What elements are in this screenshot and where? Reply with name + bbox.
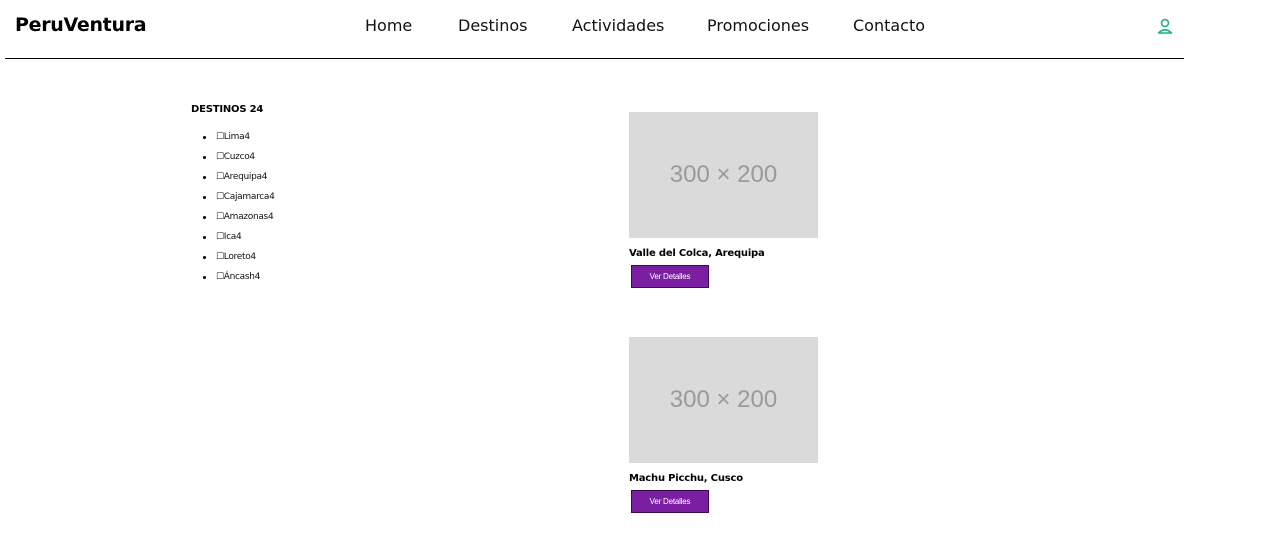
filter-item-lima[interactable]: ☐Lima4 bbox=[191, 131, 263, 151]
nav-link-actividades[interactable]: Actividades bbox=[572, 16, 664, 35]
filter-item-amazonas[interactable]: ☐Amazonas4 bbox=[191, 211, 274, 231]
filter-item-cuzco[interactable]: ☐Cuzco4 bbox=[191, 151, 263, 171]
nav-link-home[interactable]: Home bbox=[365, 16, 412, 35]
filter-item-arequipa[interactable]: ☐Arequipa4 bbox=[191, 171, 267, 191]
filter-item-ancash[interactable]: ☐Áncash4 bbox=[191, 271, 263, 291]
ver-detalles-button[interactable]: Ver Detalles bbox=[631, 265, 709, 288]
bullet bbox=[203, 256, 206, 259]
filter-item-loreto[interactable]: ☐Loreto4 bbox=[191, 251, 263, 271]
user-icon[interactable] bbox=[1155, 16, 1175, 36]
brand-logo[interactable]: PeruVentura bbox=[15, 14, 147, 36]
nav-link-destinos[interactable]: Destinos bbox=[458, 16, 527, 35]
filter-item-ica[interactable]: ☐Ica4 bbox=[191, 231, 263, 251]
navbar: PeruVentura Home Destinos Actividades Pr… bbox=[5, 0, 1184, 59]
bullet bbox=[203, 276, 206, 279]
card-image-placeholder: 300 × 200 bbox=[629, 112, 818, 238]
bullet bbox=[203, 156, 206, 159]
filter-checkbox[interactable]: ☐Cuzco4 bbox=[216, 151, 255, 163]
filter-list: ☐Lima4 ☐Cuzco4 ☐Arequipa4 ☐Cajamarca4 ☐A… bbox=[191, 131, 275, 291]
filter-checkbox[interactable]: ☐Cajamarca4 bbox=[216, 191, 275, 203]
filter-item-cajamarca[interactable]: ☐Cajamarca4 bbox=[191, 191, 275, 211]
nav-link-contacto[interactable]: Contacto bbox=[853, 16, 925, 35]
ver-detalles-button[interactable]: Ver Detalles bbox=[631, 490, 709, 513]
filter-checkbox[interactable]: ☐Lima4 bbox=[216, 131, 250, 143]
sidebar-title: DESTINOS 24 bbox=[191, 104, 264, 115]
filter-checkbox[interactable]: ☐Loreto4 bbox=[216, 251, 256, 263]
destination-card: 300 × 200 Valle del Colca, Arequipa Ver … bbox=[629, 112, 818, 288]
bullet bbox=[203, 216, 206, 219]
destination-card: 300 × 200 Machu Picchu, Cusco Ver Detall… bbox=[629, 337, 818, 513]
sidebar-filters: DESTINOS 24 ☐Lima4 ☐Cuzco4 ☐Arequipa4 ☐C… bbox=[191, 104, 275, 291]
bullet bbox=[203, 176, 206, 179]
card-title: Valle del Colca, Arequipa bbox=[629, 248, 765, 259]
bullet bbox=[203, 236, 206, 239]
nav-link-promociones[interactable]: Promociones bbox=[707, 16, 809, 35]
card-title: Machu Picchu, Cusco bbox=[629, 473, 743, 484]
bullet bbox=[203, 196, 206, 199]
filter-checkbox[interactable]: ☐Ica4 bbox=[216, 231, 242, 243]
filter-checkbox[interactable]: ☐Amazonas4 bbox=[216, 211, 274, 223]
filter-checkbox[interactable]: ☐Áncash4 bbox=[216, 271, 260, 283]
filter-checkbox[interactable]: ☐Arequipa4 bbox=[216, 171, 267, 183]
card-image-placeholder: 300 × 200 bbox=[629, 337, 818, 463]
bullet bbox=[203, 136, 206, 139]
